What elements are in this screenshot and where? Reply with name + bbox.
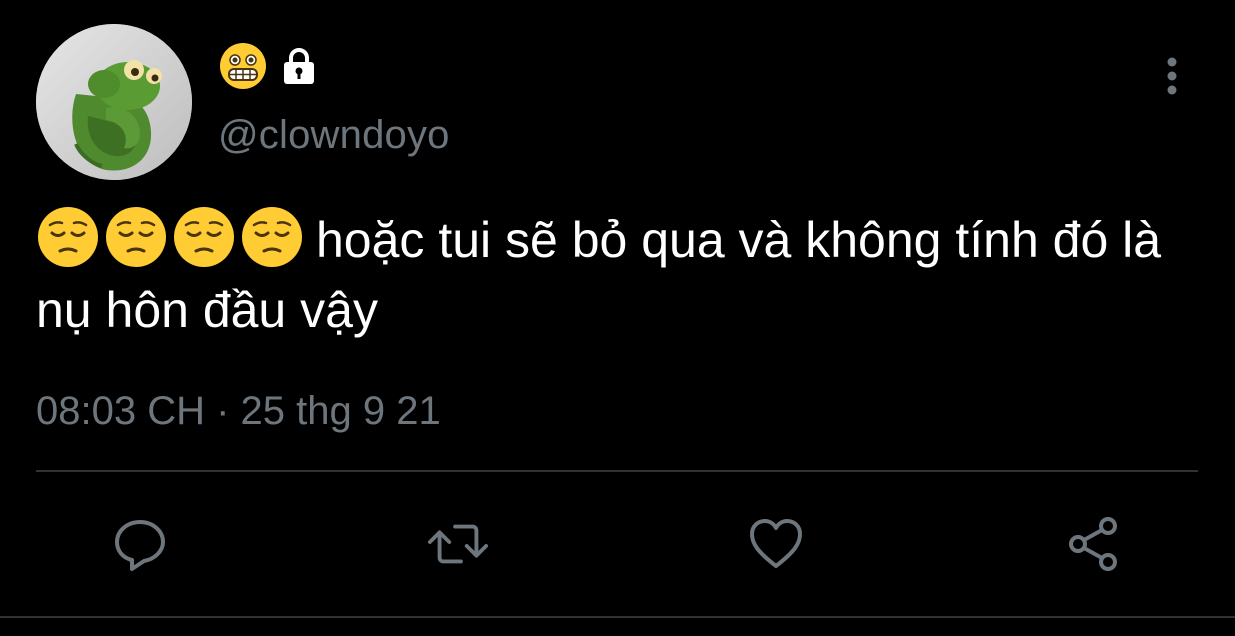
pensive-face-emoji xyxy=(38,207,98,267)
grimacing-face-emoji xyxy=(218,41,268,91)
pensive-face-emoji xyxy=(174,207,234,267)
retweet-icon xyxy=(427,524,489,564)
pensive-face-emoji xyxy=(242,207,302,267)
green-plush-frog-avatar xyxy=(36,24,192,180)
lock-icon xyxy=(278,45,320,87)
tweet-timestamp[interactable]: 08:03 CH · 25 thg 9 21 xyxy=(36,385,441,437)
reply-icon xyxy=(115,520,165,571)
pensive-face-emoji xyxy=(106,207,166,267)
more-vertical-icon[interactable] xyxy=(1150,54,1194,98)
avatar[interactable] xyxy=(36,24,192,180)
bottom-divider xyxy=(0,616,1235,618)
pensive-emoji-group xyxy=(36,205,304,269)
divider xyxy=(36,470,1198,472)
display-name[interactable] xyxy=(218,40,320,92)
heart-icon xyxy=(750,519,802,568)
share-button[interactable] xyxy=(1062,512,1126,576)
reply-button[interactable] xyxy=(108,512,172,576)
tweet-text: hoặc tui sẽ bỏ qua và không tính đó là n… xyxy=(36,205,1206,345)
share-icon xyxy=(1069,517,1117,571)
retweet-button[interactable] xyxy=(426,512,490,576)
user-handle[interactable]: @clowndoyo xyxy=(218,110,450,160)
like-button[interactable] xyxy=(744,512,808,576)
